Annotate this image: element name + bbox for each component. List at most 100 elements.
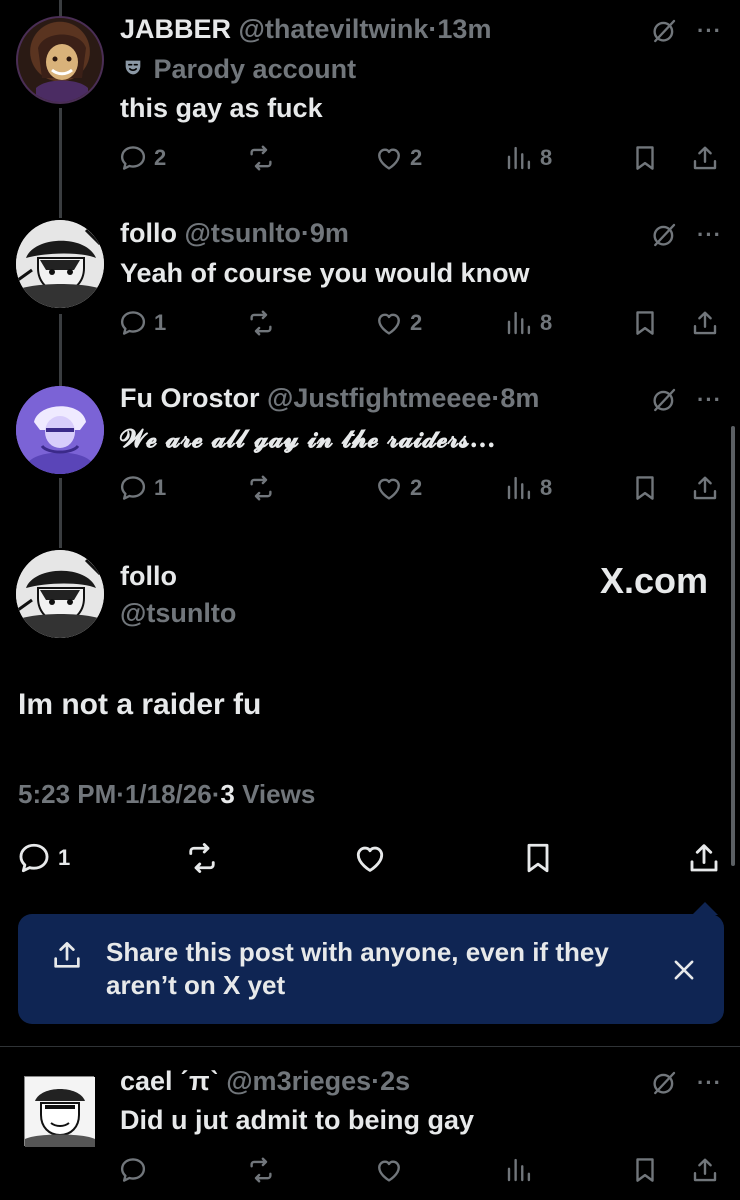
display-name[interactable]: Fu Orostor: [120, 383, 260, 413]
user-handle[interactable]: @tsunlto: [120, 598, 236, 629]
share-banner-text: Share this post with anyone, even if the…: [106, 936, 609, 1002]
repost-button[interactable]: [246, 140, 276, 176]
reply-button[interactable]: 1: [16, 838, 70, 878]
display-name[interactable]: follo: [120, 218, 177, 248]
tweet-text: Did u jut admit to being gay: [120, 1105, 474, 1135]
reply-button[interactable]: [118, 1152, 148, 1188]
separator-dot: ·: [116, 779, 125, 809]
views-icon: [504, 143, 534, 173]
user-handle[interactable]: @tsunlto: [185, 218, 301, 248]
repost-icon: [184, 840, 220, 876]
display-name[interactable]: JABBER: [120, 14, 231, 44]
more-icon[interactable]: ···: [697, 387, 722, 413]
bookmark-button[interactable]: [630, 140, 660, 176]
reply-count: 2: [154, 145, 167, 170]
more-icon[interactable]: ···: [697, 222, 722, 248]
bookmark-button[interactable]: [630, 470, 660, 506]
reply-button[interactable]: 1: [118, 470, 166, 506]
bookmark-icon: [630, 1155, 660, 1185]
bookmark-button[interactable]: [630, 305, 660, 341]
repost-button[interactable]: [184, 838, 220, 878]
like-button[interactable]: 2: [374, 470, 422, 506]
views-button[interactable]: [504, 1152, 534, 1188]
views-label: Views: [242, 779, 316, 809]
avatar[interactable]: [16, 386, 104, 474]
bookmark-button[interactable]: [630, 1152, 660, 1188]
thread-line: [59, 478, 62, 548]
views-count: 8: [540, 145, 553, 170]
views-button[interactable]: 8: [504, 305, 552, 341]
share-button[interactable]: [690, 1152, 720, 1188]
post-time[interactable]: 5:23 PM: [18, 779, 116, 809]
scrollbar[interactable]: [731, 426, 735, 866]
action-bar: [118, 1152, 728, 1188]
repost-button[interactable]: [246, 1152, 276, 1188]
post-text: Im not a raider fu: [18, 688, 262, 721]
parody-label: Parody account: [153, 54, 357, 84]
display-name[interactable]: follo: [120, 561, 177, 592]
share-button[interactable]: [690, 305, 720, 341]
user-handle[interactable]: @thateviltwink: [239, 14, 429, 44]
tweet-top-actions: ···: [649, 220, 722, 250]
user-handle[interactable]: @Justfightmeeee: [267, 383, 491, 413]
avatar[interactable]: [16, 220, 104, 308]
avatar[interactable]: [24, 1076, 95, 1147]
close-icon[interactable]: [670, 956, 698, 984]
like-icon: [352, 840, 388, 876]
post-meta: 5:23 PM·1/18/26·3 Views: [18, 779, 315, 810]
parody-badge: Parody account: [120, 54, 356, 85]
grok-icon[interactable]: [649, 385, 679, 415]
xcom-watermark: X.com: [599, 560, 708, 601]
timestamp[interactable]: 2s: [380, 1066, 410, 1096]
like-icon: [374, 1155, 404, 1185]
reply-icon: [118, 143, 148, 173]
share-icon: [690, 143, 720, 173]
avatar-image: [16, 220, 104, 308]
grok-icon[interactable]: [649, 1068, 679, 1098]
reply-icon: [16, 840, 52, 876]
repost-button[interactable]: [246, 470, 276, 506]
share-icon: [690, 1155, 720, 1185]
like-button[interactable]: [352, 838, 388, 878]
avatar-image: [16, 550, 104, 638]
repost-icon: [246, 473, 276, 503]
timestamp[interactable]: 13m: [437, 14, 491, 44]
parody-mask-icon: [120, 54, 146, 85]
views-button[interactable]: 8: [504, 140, 552, 176]
share-button[interactable]: [690, 140, 720, 176]
views-icon: [504, 473, 534, 503]
like-count: 2: [410, 475, 423, 500]
views-icon: [504, 1155, 534, 1185]
repost-icon: [246, 308, 276, 338]
action-bar: 1 2 8: [118, 305, 728, 341]
share-button[interactable]: [690, 470, 720, 506]
like-button[interactable]: 2: [374, 140, 422, 176]
display-name[interactable]: cael ˊπˋ: [120, 1066, 219, 1096]
avatar[interactable]: [16, 16, 104, 104]
like-icon: [374, 143, 404, 173]
share-icon: [686, 840, 722, 876]
reply-button[interactable]: 2: [118, 140, 166, 176]
bookmark-button[interactable]: [520, 838, 556, 878]
bookmark-icon: [630, 143, 660, 173]
timestamp[interactable]: 8m: [500, 383, 539, 413]
reply-button[interactable]: 1: [118, 305, 166, 341]
repost-button[interactable]: [246, 305, 276, 341]
views-count: 8: [540, 475, 553, 500]
like-button[interactable]: [374, 1152, 404, 1188]
post-date[interactable]: 1/18/26: [125, 779, 212, 809]
avatar[interactable]: [16, 550, 104, 638]
more-icon[interactable]: ···: [697, 1070, 722, 1096]
timestamp[interactable]: 9m: [310, 218, 349, 248]
tweet-text: 𝓦𝓮 𝓪𝓻𝓮 𝓪𝓵𝓵 𝓰𝓪𝔂 𝓲𝓷 𝓽𝓱𝓮 𝓻𝓪𝓲𝓭𝓮𝓻𝓼...: [120, 424, 496, 453]
grok-icon[interactable]: [649, 16, 679, 46]
share-button[interactable]: [686, 838, 722, 878]
more-icon[interactable]: ···: [697, 18, 722, 44]
views-button[interactable]: 8: [504, 470, 552, 506]
like-button[interactable]: 2: [374, 305, 422, 341]
share-banner[interactable]: Share this post with anyone, even if the…: [18, 902, 724, 1024]
views-count: 3: [220, 779, 235, 809]
tweet-text: Yeah of course you would know: [120, 258, 530, 288]
user-handle[interactable]: @m3rieges: [226, 1066, 371, 1096]
grok-icon[interactable]: [649, 220, 679, 250]
